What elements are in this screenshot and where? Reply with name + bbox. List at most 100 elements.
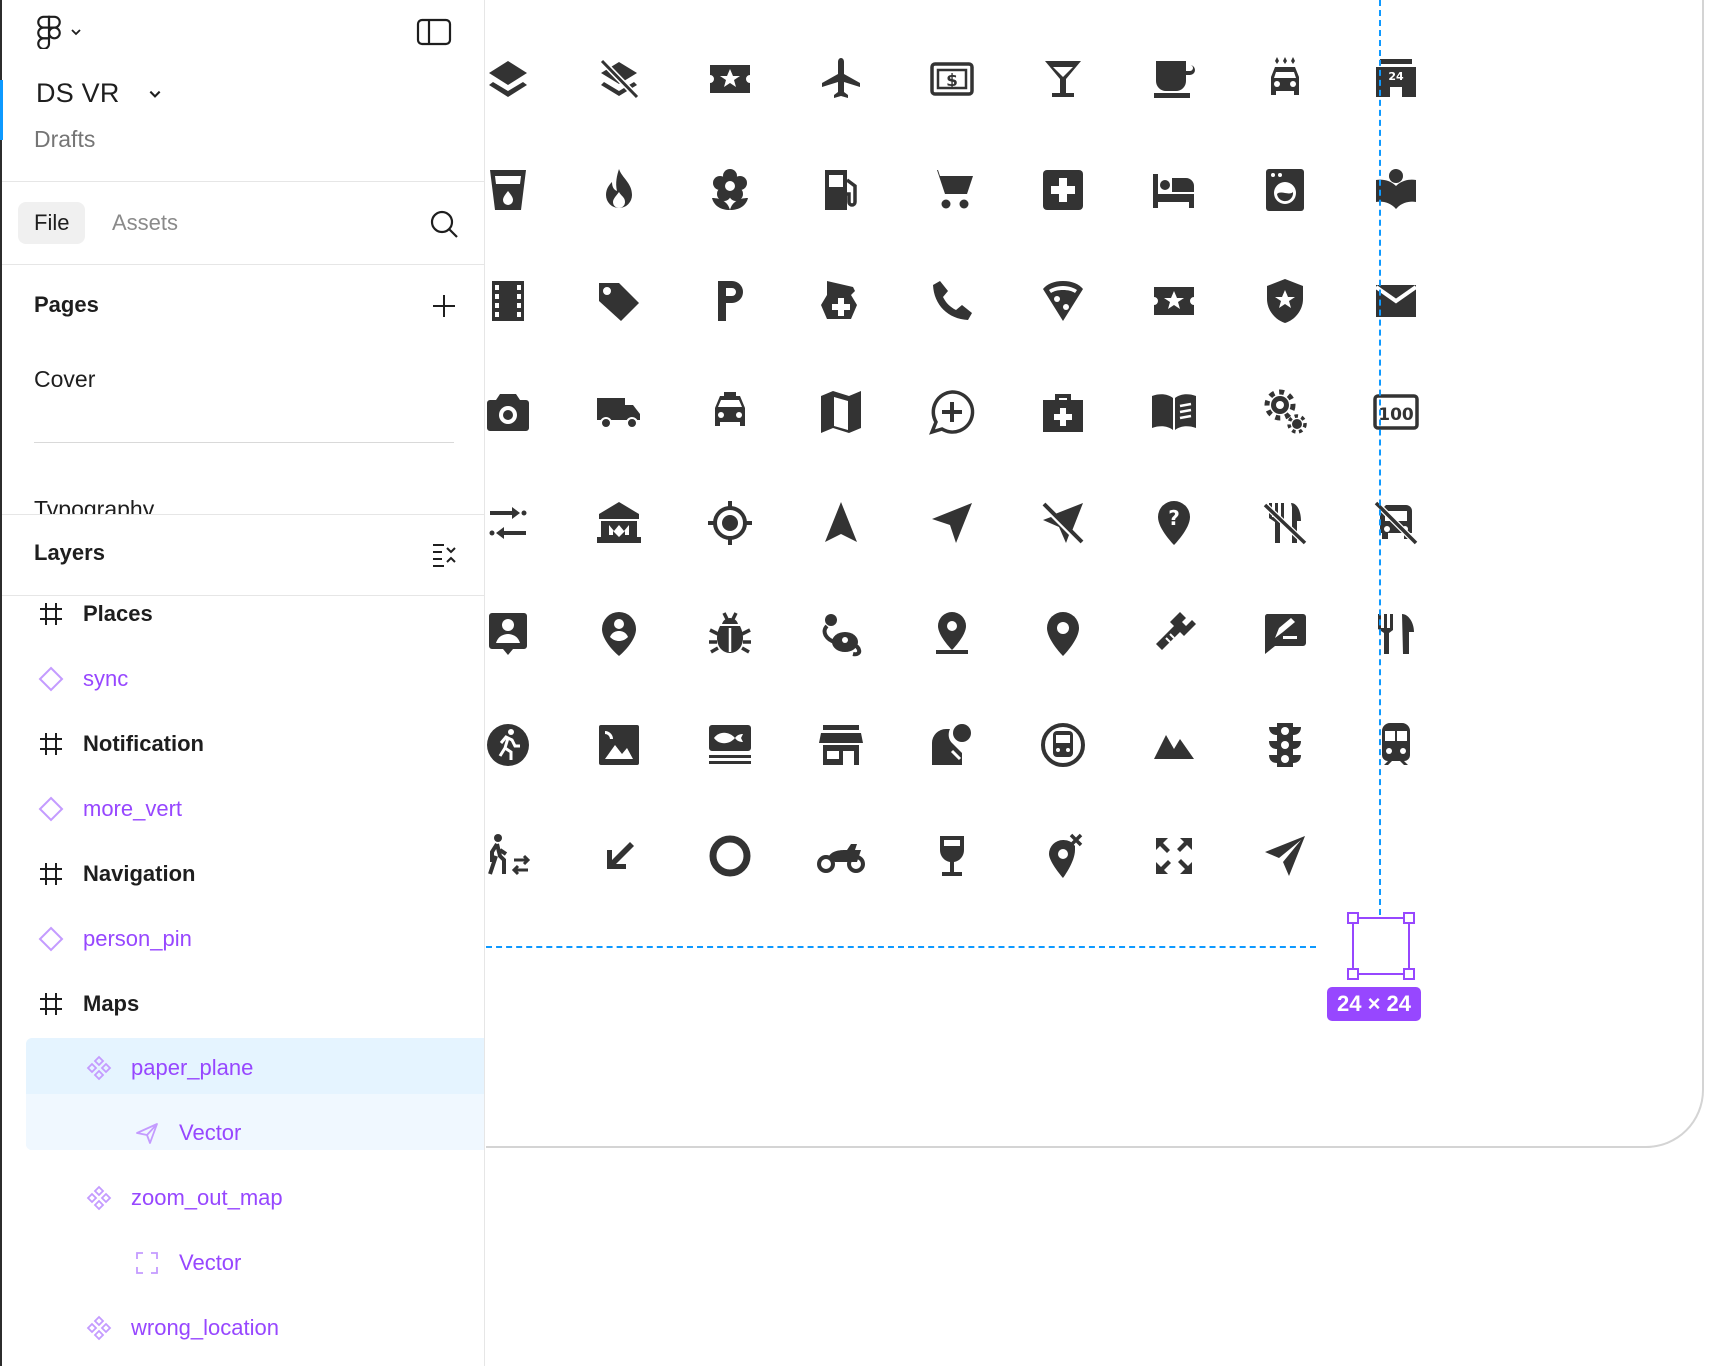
local-shipping-icon[interactable] — [595, 388, 643, 436]
layer-frame-maps[interactable]: Maps — [0, 972, 484, 1036]
layer-component-sync[interactable]: sync — [0, 647, 484, 711]
car-wash-icon[interactable] — [1261, 55, 1309, 103]
local-grocery-store-icon[interactable] — [928, 166, 976, 214]
local-play-icon[interactable] — [1150, 277, 1198, 325]
local-pharmacy-icon[interactable] — [817, 277, 865, 325]
main-menu-button[interactable] — [36, 14, 82, 50]
navigation-icon[interactable] — [817, 499, 865, 547]
plumbing-icon[interactable] — [1150, 610, 1198, 658]
page-item-typography[interactable]: Typography — [34, 496, 154, 514]
layer-component-zoom-out-map[interactable]: zoom_out_map — [0, 1166, 484, 1230]
local-movies-icon[interactable] — [486, 277, 532, 325]
paper-plane-icon[interactable] — [1261, 832, 1309, 880]
layer-frame-notification[interactable]: Notification — [0, 712, 484, 776]
svg-text:24: 24 — [1388, 70, 1404, 83]
no-meals-icon[interactable] — [1261, 499, 1309, 547]
design-canvas[interactable]: $24 100? 24 × 24 — [486, 0, 1724, 1366]
window-edge — [0, 0, 2, 1366]
search-icon[interactable] — [428, 208, 460, 240]
medical-services-icon[interactable] — [1039, 388, 1087, 436]
local-cafe-icon[interactable] — [1150, 55, 1198, 103]
divider — [0, 514, 484, 515]
rate-review-icon[interactable] — [1261, 610, 1309, 658]
settings-suggest-icon[interactable] — [1261, 388, 1309, 436]
figma-logo-icon — [37, 15, 61, 49]
local-pizza-icon[interactable] — [1039, 277, 1087, 325]
layer-name: Navigation — [83, 861, 196, 886]
collapse-layers-icon[interactable] — [430, 540, 458, 568]
store-mall-directory-icon[interactable] — [817, 721, 865, 769]
museum-icon[interactable] — [595, 499, 643, 547]
resize-handle-top-left[interactable] — [1347, 912, 1359, 924]
local-phone-icon[interactable] — [928, 277, 976, 325]
local-laundry-service-icon[interactable] — [1261, 166, 1309, 214]
satellite-icon[interactable] — [595, 721, 643, 769]
local-atm-icon[interactable]: $ — [928, 55, 976, 103]
wrong-location-icon[interactable] — [1039, 832, 1087, 880]
add-comment-icon[interactable] — [928, 388, 976, 436]
local-offer-icon[interactable] — [595, 277, 643, 325]
person-pin-icon[interactable] — [486, 610, 532, 658]
local-gas-station-icon[interactable] — [817, 166, 865, 214]
layer-vector-paper-plane[interactable]: Vector — [0, 1101, 484, 1165]
airplane-icon[interactable] — [817, 55, 865, 103]
transfer-within-station-icon[interactable] — [486, 832, 532, 880]
resize-handle-top-right[interactable] — [1403, 912, 1415, 924]
subway-icon[interactable] — [1039, 721, 1087, 769]
sidebar-toggle-icon[interactable] — [416, 18, 452, 46]
wine-bar-icon[interactable] — [928, 832, 976, 880]
near-me-disabled-icon[interactable] — [1039, 499, 1087, 547]
local-drink-icon[interactable] — [486, 166, 532, 214]
local-see-icon[interactable] — [486, 388, 532, 436]
my-location-icon[interactable] — [706, 499, 754, 547]
place-icon[interactable] — [1039, 610, 1087, 658]
map-icon[interactable] — [817, 388, 865, 436]
trip-origin-icon[interactable] — [706, 832, 754, 880]
terrain-icon[interactable] — [1150, 721, 1198, 769]
south-west-arrow-icon[interactable] — [595, 832, 643, 880]
layer-component-person-pin[interactable]: person_pin — [0, 907, 484, 971]
streetview-icon[interactable] — [928, 721, 976, 769]
tab-assets[interactable]: Assets — [96, 202, 194, 244]
layer-component-paper-plane[interactable]: paper_plane — [0, 1036, 484, 1100]
frame-boundary — [486, 0, 1704, 1148]
page-item-cover[interactable]: Cover — [34, 366, 95, 393]
local-hotel-icon[interactable] — [1150, 166, 1198, 214]
local-police-icon[interactable] — [1261, 277, 1309, 325]
layer-name: Notification — [83, 731, 204, 756]
person-pin-circle-icon[interactable] — [595, 610, 643, 658]
tab-file[interactable]: File — [18, 202, 86, 244]
layers-clear-icon[interactable] — [595, 55, 643, 103]
layer-component-more-vert[interactable]: more_vert — [0, 777, 484, 841]
layer-frame-navigation[interactable]: Navigation — [0, 842, 484, 906]
resize-handle-bottom-right[interactable] — [1403, 968, 1415, 980]
multiple-stop-icon[interactable] — [486, 499, 532, 547]
layer-vector-zoom-out-map[interactable]: Vector — [0, 1231, 484, 1295]
local-taxi-icon[interactable] — [706, 388, 754, 436]
two-wheeler-icon[interactable] — [817, 832, 865, 880]
near-me-icon[interactable] — [928, 499, 976, 547]
file-location[interactable]: Drafts — [34, 126, 95, 153]
pest-control-rodent-icon[interactable] — [817, 610, 865, 658]
layer-component-wrong-location[interactable]: wrong_location — [0, 1296, 484, 1360]
local-parking-icon[interactable] — [706, 277, 754, 325]
local-bar-icon[interactable] — [1039, 55, 1087, 103]
menu-book-icon[interactable] — [1150, 388, 1198, 436]
pest-control-icon[interactable] — [706, 610, 754, 658]
zoom-out-map-icon[interactable] — [1150, 832, 1198, 880]
set-meal-icon[interactable] — [706, 721, 754, 769]
local-hospital-icon[interactable] — [1039, 166, 1087, 214]
layers-icon[interactable] — [486, 55, 532, 103]
not-listed-location-icon[interactable]: ? — [1150, 499, 1198, 547]
pin-drop-icon[interactable] — [928, 610, 976, 658]
local-florist-icon[interactable] — [706, 166, 754, 214]
traffic-icon[interactable] — [1261, 721, 1309, 769]
local-fire-department-icon[interactable] — [595, 166, 643, 214]
layer-frame-places[interactable]: Places — [0, 582, 484, 646]
selection-box[interactable] — [1347, 912, 1415, 980]
resize-handle-bottom-left[interactable] — [1347, 968, 1359, 980]
local-activity-icon[interactable] — [706, 55, 754, 103]
run-circle-icon[interactable] — [486, 721, 532, 769]
component-instance-icon — [38, 666, 64, 692]
file-name-menu[interactable]: DS VR — [36, 78, 162, 109]
